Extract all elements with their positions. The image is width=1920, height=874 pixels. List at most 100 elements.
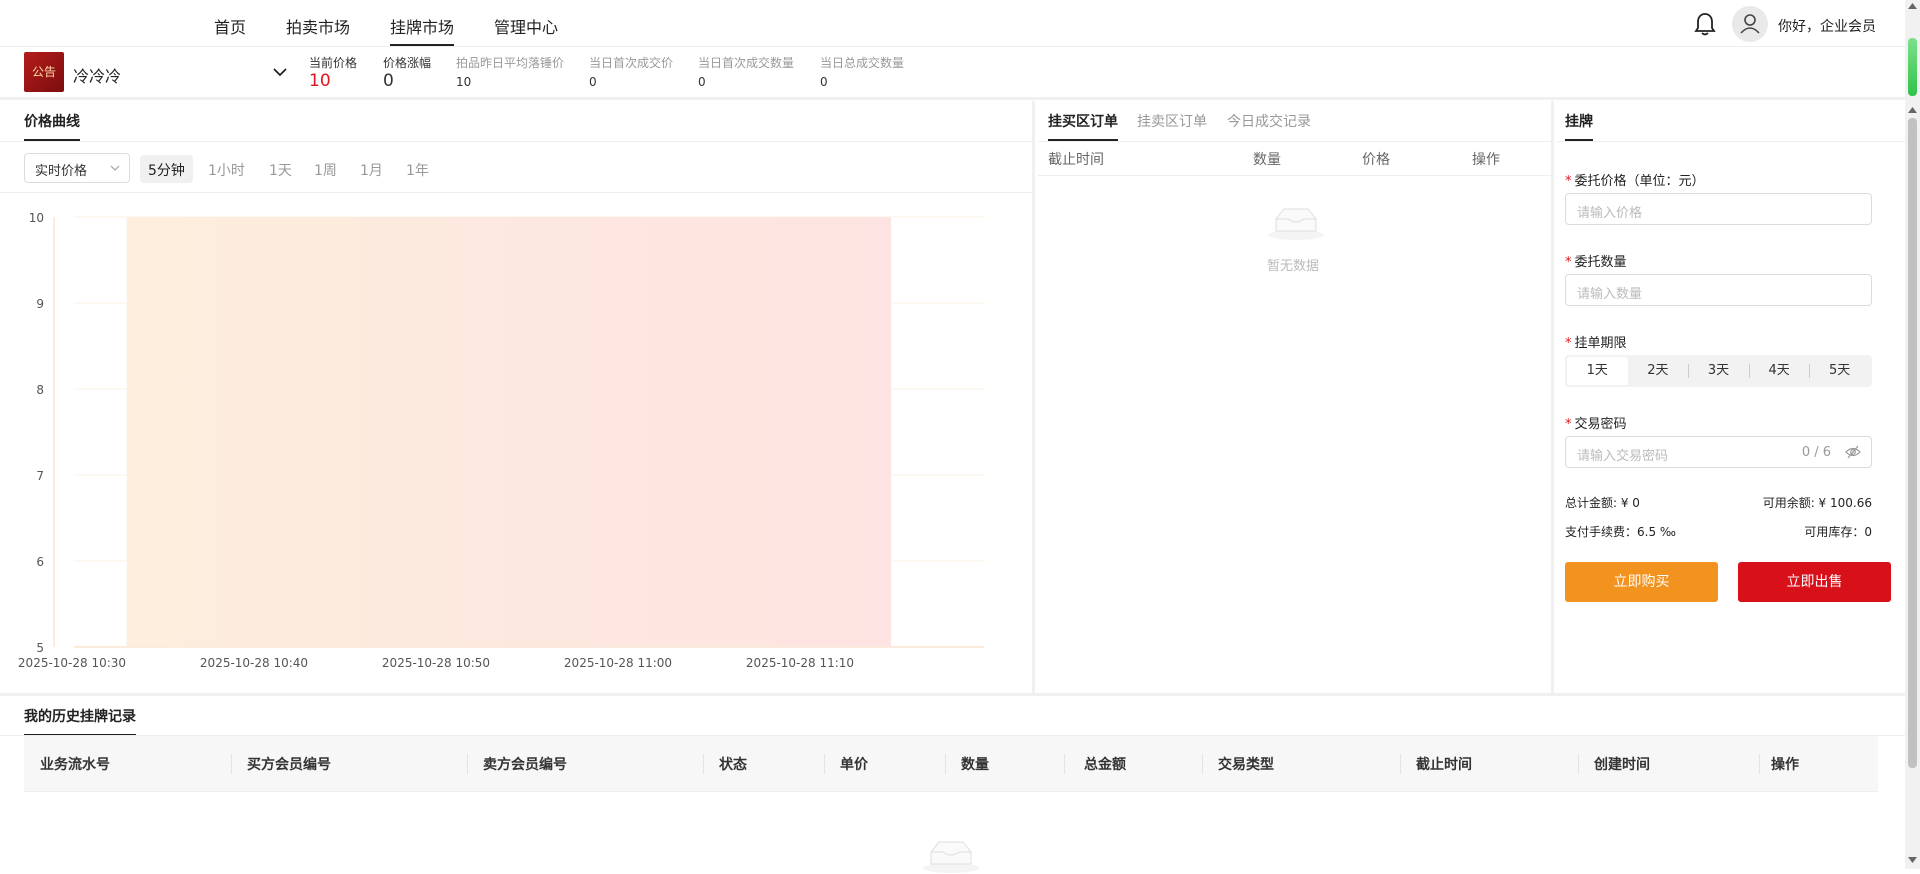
quantity-input[interactable]: 请输入数量 xyxy=(1565,274,1872,306)
nav-item-auction-market[interactable]: 拍卖市场 xyxy=(286,14,350,38)
period-option-3day[interactable]: 3天 xyxy=(1688,357,1749,385)
period-segmented-control: 1天 2天 3天 4天 5天 xyxy=(1565,355,1872,387)
period-field-label: * 挂单期限 xyxy=(1565,336,1627,351)
period-option-1day[interactable]: 1天 xyxy=(1567,357,1628,385)
stat-label: 当日总成交数量 xyxy=(820,56,905,70)
range-1week[interactable]: 1周 xyxy=(306,155,345,183)
y-tick-label: 8 xyxy=(36,383,44,397)
sell-now-button[interactable]: 立即出售 xyxy=(1738,562,1891,602)
range-5min[interactable]: 5分钟 xyxy=(140,155,193,183)
column-header-total-amount: 总金额 xyxy=(1084,757,1126,773)
column-separator xyxy=(1202,754,1203,774)
qty-input-placeholder: 请输入数量 xyxy=(1577,287,1643,302)
column-header-buyer-id: 买方会员编号 xyxy=(247,757,331,773)
stat-value: 0 xyxy=(383,71,394,91)
column-separator xyxy=(824,754,825,774)
price-area xyxy=(126,217,892,647)
column-separator xyxy=(1578,754,1579,774)
listing-form-panel: 挂牌 * 委托价格（单位：元） 请输入价格 * 委托数量 请输入数量 * 挂单期限 1… xyxy=(1557,101,1905,693)
range-1year[interactable]: 1年 xyxy=(398,155,437,183)
stat-label: 价格涨幅 xyxy=(383,56,432,70)
scroll-up-arrow-icon[interactable] xyxy=(1908,2,1917,10)
user-avatar-icon[interactable] xyxy=(1732,6,1768,42)
available-balance: 可用余额: ¥ 100.66 xyxy=(1762,496,1872,510)
orders-panel: 挂买区订单 挂卖区订单 今日成交记录 截止时间 数量 价格 操作 暂无数据 xyxy=(1038,101,1554,693)
column-separator xyxy=(1400,754,1401,774)
tab-buy-orders[interactable]: 挂买区订单 xyxy=(1048,111,1118,141)
chevron-down-icon xyxy=(110,165,120,171)
divider xyxy=(1038,175,1554,176)
column-separator xyxy=(945,754,946,774)
tab-listing[interactable]: 挂牌 xyxy=(1565,111,1593,141)
total-amount: 总计金额: ¥ 0 xyxy=(1565,496,1640,510)
stat-total-deal-qty: 当日总成交数量 0 xyxy=(820,54,904,89)
password-input-placeholder: 请输入交易密码 xyxy=(1577,449,1669,464)
stat-price-change: 价格涨幅 0 xyxy=(383,54,431,91)
y-tick-label: 5 xyxy=(36,641,44,655)
period-label-text: 挂单期限 xyxy=(1574,336,1627,351)
divider xyxy=(1557,141,1905,142)
history-table-header: 业务流水号 买方会员编号 卖方会员编号 状态 单价 数量 总金额 交易类型 截止… xyxy=(24,736,1878,792)
column-header-serial-no: 业务流水号 xyxy=(40,757,110,773)
column-separator xyxy=(1064,754,1065,774)
price-type-select[interactable]: 实时价格 xyxy=(24,153,130,183)
stat-value: 0 xyxy=(698,75,706,89)
scroll-thumb[interactable] xyxy=(1908,118,1917,768)
tab-today-deals[interactable]: 今日成交记录 xyxy=(1227,111,1311,131)
page-scrollbar[interactable] xyxy=(1905,0,1920,869)
column-header-trade-type: 交易类型 xyxy=(1218,757,1274,773)
stat-current-price: 当前价格 10 xyxy=(309,54,357,91)
y-tick-label: 7 xyxy=(36,469,44,483)
nav-item-home[interactable]: 首页 xyxy=(214,14,246,38)
column-header-unit-price: 单价 xyxy=(840,757,868,773)
column-header-price: 价格 xyxy=(1362,152,1390,168)
period-option-4day[interactable]: 4天 xyxy=(1748,357,1810,385)
stat-label: 当日首次成交价 xyxy=(589,56,674,70)
product-name[interactable]: 冷冷冷 xyxy=(73,63,121,87)
range-1hour[interactable]: 1小时 xyxy=(200,155,253,183)
stat-value: 0 xyxy=(820,75,828,89)
user-greeting[interactable]: 你好，企业会员 xyxy=(1778,16,1876,36)
column-header-status: 状态 xyxy=(719,757,747,773)
y-tick-label: 9 xyxy=(36,297,44,311)
price-input-placeholder: 请输入价格 xyxy=(1577,206,1643,221)
price-input[interactable]: 请输入价格 xyxy=(1565,193,1872,225)
range-1month[interactable]: 1月 xyxy=(352,155,391,183)
bell-icon[interactable] xyxy=(1694,12,1716,36)
password-field-label: * 交易密码 xyxy=(1565,417,1627,432)
stat-label: 当前价格 xyxy=(309,56,358,70)
period-option-2day[interactable]: 2天 xyxy=(1628,357,1689,385)
column-header-created-time: 创建时间 xyxy=(1594,757,1650,773)
nav-item-listing-market[interactable]: 挂牌市场 xyxy=(390,14,455,46)
column-header-deadline: 截止时间 xyxy=(1048,152,1104,168)
column-header-action: 操作 xyxy=(1472,152,1500,168)
top-nav: 首页 拍卖市场 挂牌市场 管理中心 你好，企业会员 xyxy=(0,0,1905,47)
tab-sell-orders[interactable]: 挂卖区订单 xyxy=(1137,111,1207,131)
eye-off-icon[interactable] xyxy=(1845,445,1861,459)
price-chart: 10 9 8 7 6 52025-10-28 10:30 2025-10-28 10:40 2… xyxy=(18,211,984,670)
password-char-count: 0 / 6 xyxy=(1801,445,1831,460)
divider xyxy=(0,192,1035,193)
qty-field-label: * 委托数量 xyxy=(1565,255,1627,270)
stat-first-deal-qty: 当日首次成交数量 0 xyxy=(698,54,794,89)
scroll-down-arrow-icon[interactable] xyxy=(1908,856,1917,864)
stat-value: 0 xyxy=(589,75,597,89)
tab-price-curve[interactable]: 价格曲线 xyxy=(24,111,80,141)
stat-first-deal-price: 当日首次成交价 0 xyxy=(589,54,673,89)
nav-item-management-center[interactable]: 管理中心 xyxy=(494,14,558,38)
range-1day[interactable]: 1天 xyxy=(261,155,300,183)
buy-now-button[interactable]: 立即购买 xyxy=(1565,562,1718,602)
product-info-bar: 公告 冷冷冷 当前价格 10 价格涨幅 0 拍品昨日平均落锤价 10 当日首次成… xyxy=(0,48,1905,100)
empty-inbox-icon xyxy=(923,841,979,873)
scroll-up-arrow-icon[interactable] xyxy=(1908,106,1917,114)
trade-password-input[interactable]: 请输入交易密码 0 / 6 xyxy=(1565,436,1872,468)
y-tick-label: 10 xyxy=(29,211,44,225)
chevron-down-icon[interactable] xyxy=(272,64,288,80)
column-header-deadline: 截止时间 xyxy=(1416,757,1472,773)
price-label-text: 委托价格（单位：元） xyxy=(1574,174,1705,189)
price-chart-panel: 价格曲线 实时价格 5分钟 1小时 1天 1周 1月 1年 10 9 8 7 6 5 202… xyxy=(0,101,1035,693)
scroll-indicator xyxy=(1908,38,1917,96)
tab-history-listings[interactable]: 我的历史挂牌记录 xyxy=(24,706,136,736)
divider xyxy=(1038,141,1554,142)
period-option-5day[interactable]: 5天 xyxy=(1809,357,1870,385)
